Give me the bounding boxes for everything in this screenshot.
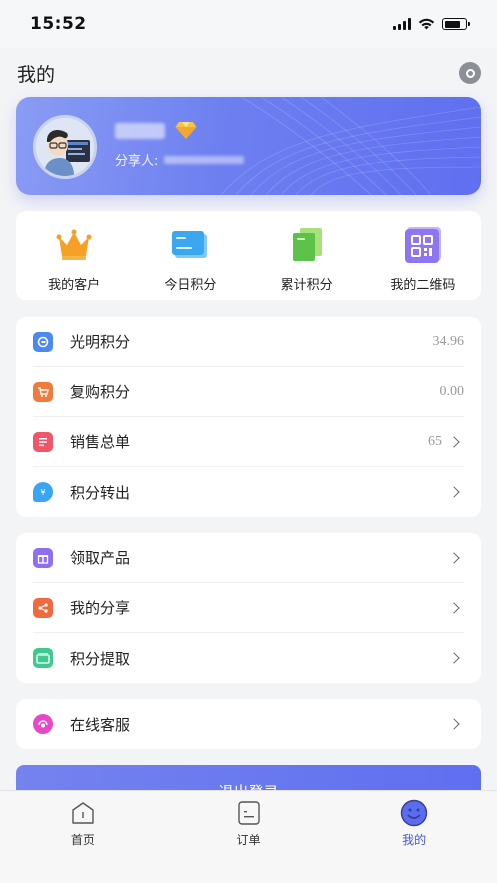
chevron-right-icon	[448, 551, 460, 564]
quick-action-label: 我的客户	[48, 278, 101, 293]
document-stack-icon	[288, 226, 326, 264]
menu-item-label: 领取产品	[70, 549, 131, 567]
crown-icon	[55, 226, 93, 264]
status-time: 15:52	[30, 14, 87, 34]
diamond-icon	[175, 122, 197, 139]
points-icon	[33, 331, 53, 352]
page-title: 我的	[17, 63, 56, 86]
menu-item-label: 积分转出	[70, 483, 131, 502]
order-icon	[235, 799, 263, 827]
sharer-name-redacted	[164, 155, 245, 164]
chevron-right-icon	[448, 435, 460, 448]
smile-icon	[400, 799, 428, 827]
signal-icon	[393, 18, 411, 30]
tab-label: 我的	[402, 833, 427, 847]
chevron-right-icon	[448, 601, 460, 614]
tab-orders[interactable]: 订单	[166, 791, 332, 883]
menu-item-value: 0.00	[439, 383, 465, 399]
quick-action-my-customers[interactable]: 我的客户	[16, 211, 132, 300]
customer-service-icon	[33, 714, 53, 734]
tab-home[interactable]: 首页	[0, 791, 166, 883]
chevron-right-icon	[448, 718, 460, 730]
wifi-icon	[418, 18, 435, 30]
quick-action-my-qrcode[interactable]: 我的二维码	[365, 211, 481, 300]
quick-action-label: 今日积分	[164, 278, 217, 293]
menu-item-label: 复购积分	[70, 383, 131, 401]
menu-item-online-service[interactable]: 在线客服	[33, 699, 464, 749]
tab-bar: 首页 订单 我的	[0, 790, 497, 883]
menu-item-label: 销售总单	[70, 433, 131, 451]
quick-action-total-points[interactable]: 累计积分	[249, 211, 365, 300]
battery-icon	[442, 18, 470, 30]
menu-item-label: 在线客服	[70, 715, 131, 734]
menu-item-my-share[interactable]: 我的分享	[33, 583, 464, 633]
tab-mine[interactable]: 我的	[331, 791, 497, 883]
chevron-right-icon	[448, 652, 460, 664]
cart-icon	[33, 381, 53, 402]
tab-label: 订单	[236, 833, 261, 847]
menu-item-label: 光明积分	[70, 333, 131, 351]
feature-menu: 领取产品 我的分享 积分提取	[16, 533, 481, 683]
quick-actions-card: 我的客户 今日积分 累计积分 我的二维码	[16, 211, 481, 300]
avatar[interactable]	[33, 115, 97, 179]
quick-action-today-points[interactable]: 今日积分	[132, 211, 248, 300]
sales-list-icon	[33, 431, 53, 452]
menu-item-value: 34.96	[432, 333, 465, 349]
status-bar: 15:52	[0, 0, 497, 48]
card-icon	[171, 226, 209, 264]
svg-text:¥: ¥	[40, 488, 45, 497]
profile-card[interactable]: 分享人:	[16, 97, 481, 195]
menu-item-label: 我的分享	[70, 599, 131, 617]
tab-label: 首页	[70, 833, 95, 847]
service-menu: 在线客服	[16, 699, 481, 749]
withdraw-icon	[33, 648, 53, 668]
transfer-icon: ¥	[33, 482, 53, 502]
menu-item-guangming-points[interactable]: 光明积分 34.96	[33, 317, 464, 367]
quick-action-label: 累计积分	[280, 278, 333, 293]
menu-item-claim-product[interactable]: 领取产品	[33, 533, 464, 583]
menu-item-label: 积分提取	[70, 649, 131, 668]
settings-icon[interactable]	[459, 62, 481, 84]
menu-item-total-sales[interactable]: 销售总单 65	[33, 417, 464, 467]
home-icon	[69, 799, 97, 827]
wave-pattern	[220, 97, 481, 195]
sharer-label: 分享人:	[115, 154, 159, 169]
qrcode-icon	[404, 226, 442, 264]
menu-item-points-withdraw[interactable]: 积分提取	[33, 633, 464, 683]
sharer-row: 分享人:	[115, 150, 245, 169]
menu-item-value: 65	[428, 433, 442, 449]
menu-item-points-transfer[interactable]: ¥ 积分转出	[33, 467, 464, 517]
quick-action-label: 我的二维码	[390, 278, 456, 293]
status-icons	[393, 18, 470, 30]
points-menu: 光明积分 34.96 复购积分 0.00 销售总单 65 ¥ 积分转出	[16, 317, 481, 517]
chevron-right-icon	[448, 486, 460, 498]
gift-icon	[33, 547, 53, 568]
user-name-redacted	[115, 122, 165, 139]
share-icon	[33, 597, 53, 618]
profile-name-row	[115, 121, 197, 140]
menu-item-repurchase-points[interactable]: 复购积分 0.00	[33, 367, 464, 417]
page-header: 我的	[0, 48, 497, 98]
